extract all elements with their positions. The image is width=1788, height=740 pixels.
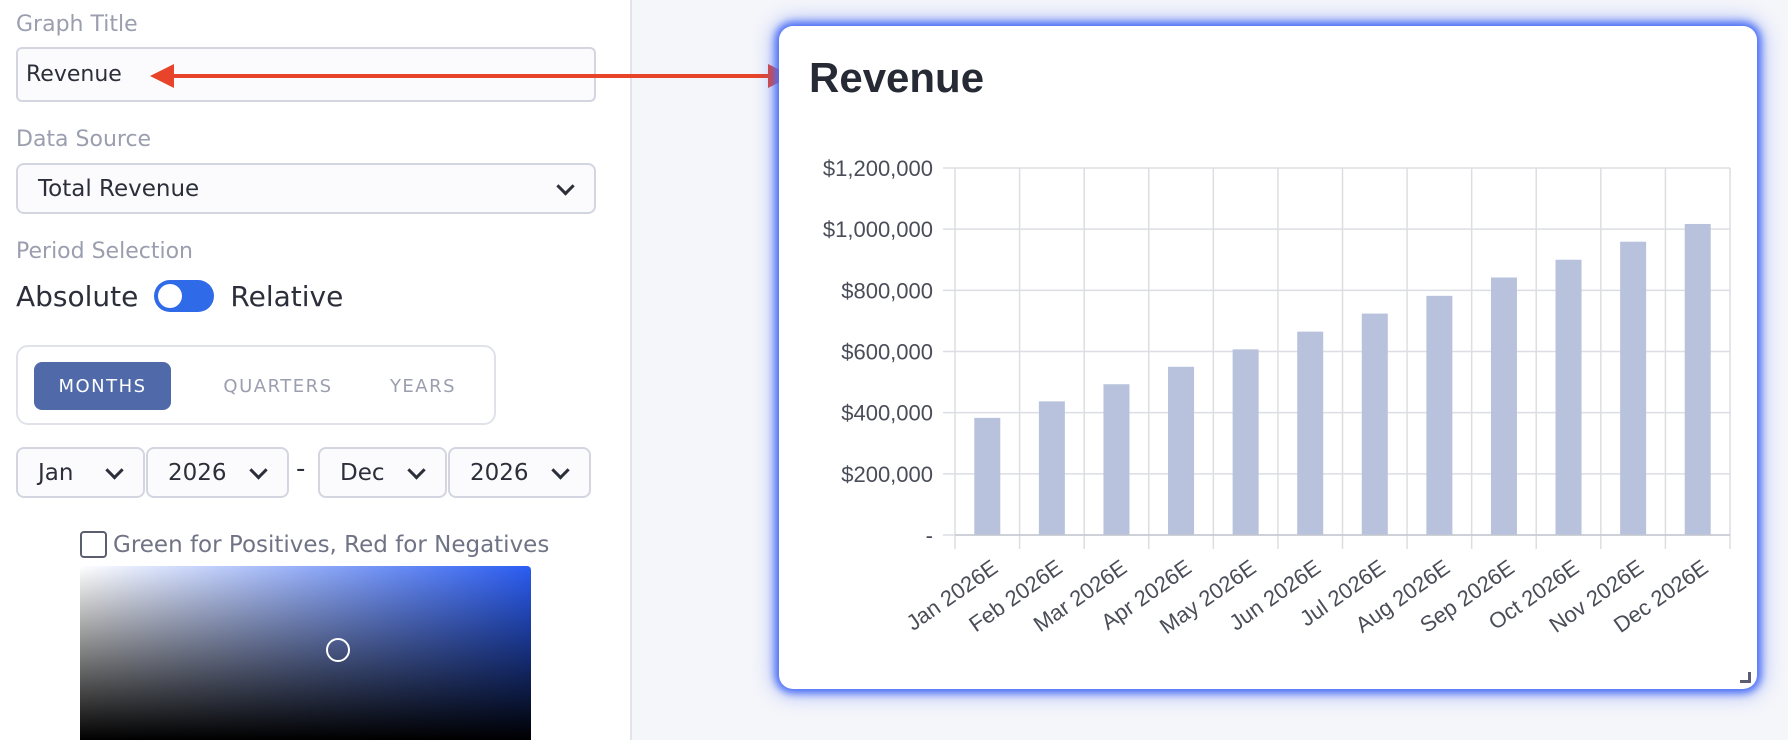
start-year-value: 2026 [168,459,227,486]
bar-oct-2026e [1555,259,1582,535]
bar-sep-2026e [1490,277,1517,535]
bar-chart: - $200,000 $400,000 $600,000 $800,000 $1,000,… [823,156,1731,639]
resize-handle-icon[interactable] [1740,672,1751,683]
bar-jul-2026e [1361,313,1388,535]
bar-jan-2026e [974,417,1001,535]
toggle-absolute-label: Absolute [16,279,139,313]
y-tick-label: $1,000,000 [823,217,933,242]
start-month-value: Jan [38,459,74,486]
bar-may-2026e [1232,349,1259,535]
chart-settings-panel: Graph Title Data Source Total Revenue Pe… [0,0,632,740]
end-month-select[interactable]: Dec [318,447,447,498]
data-source-label: Data Source [16,127,152,152]
toggle-relative-label: Relative [230,279,344,313]
y-tick-label: $200,000 [841,462,933,487]
data-source-value: Total Revenue [38,175,200,202]
chevron-down-icon [551,460,570,480]
period-mode-toggle-row: Absolute Relative [16,276,343,316]
bar-mar-2026e [1103,384,1130,535]
chevron-down-icon [407,460,426,480]
graph-title-input[interactable] [16,47,596,102]
bar-apr-2026e [1168,366,1195,535]
start-month-select[interactable]: Jan [16,447,145,498]
bar-nov-2026e [1620,241,1647,536]
chevron-down-icon [556,176,575,196]
color-picker-handle[interactable] [326,638,350,662]
y-tick-label: - [926,523,933,548]
data-source-select[interactable]: Total Revenue [16,163,596,214]
period-granularity-tabs: MONTHS QUARTERS YEARS [16,345,496,425]
chart-preview-card[interactable]: Revenue - $200,000 $400,000 $600,000 $800,00… [779,26,1757,689]
color-sign-label: Green for Positives, Red for Negatives [113,531,550,558]
end-year-select[interactable]: 2026 [448,447,591,498]
color-sign-checkbox[interactable] [80,531,107,558]
bar-dec-2026e [1684,223,1711,535]
y-tick-label: $400,000 [841,401,933,426]
color-sign-option: Green for Positives, Red for Negatives [80,531,549,558]
chevron-down-icon [105,460,124,480]
y-tick-label: $800,000 [841,278,933,303]
period-selection-label: Period Selection [16,239,193,264]
tab-months[interactable]: MONTHS [34,362,171,410]
y-tick-label: $1,200,000 [823,156,933,181]
color-picker-gradient[interactable] [80,566,531,740]
range-separator: - [296,454,306,484]
end-month-value: Dec [340,459,385,486]
tab-years[interactable]: YEARS [368,362,478,410]
graph-title-label: Graph Title [16,12,138,37]
toggle-knob [158,284,183,308]
bar-feb-2026e [1038,401,1065,535]
y-tick-label: $600,000 [841,340,933,365]
chevron-down-icon [249,460,268,480]
bar-aug-2026e [1426,295,1453,535]
absolute-relative-toggle[interactable] [154,280,215,312]
end-year-value: 2026 [470,459,529,486]
tab-quarters[interactable]: QUARTERS [198,362,358,410]
bar-jun-2026e [1297,331,1324,535]
start-year-select[interactable]: 2026 [146,447,289,498]
